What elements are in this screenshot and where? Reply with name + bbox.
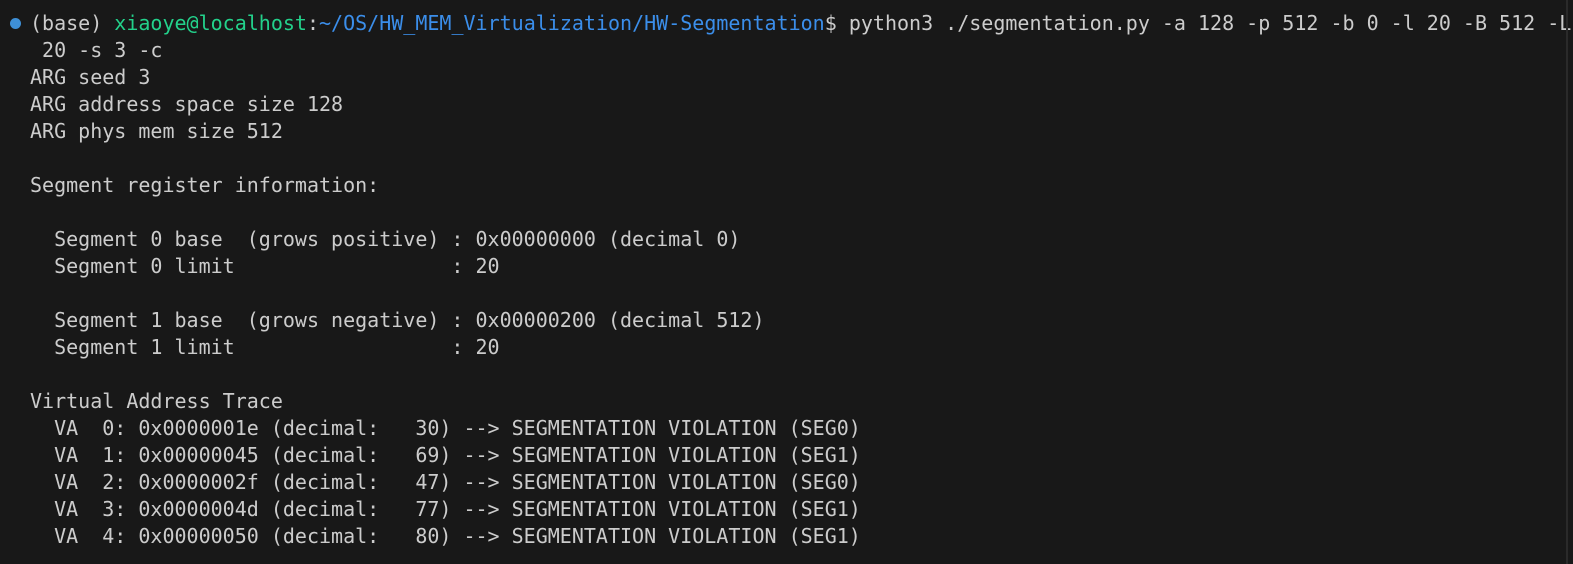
command-status-dot-icon[interactable] [10,18,21,29]
segment-header: Segment register information: [30,173,380,197]
scrollbar-track[interactable] [1566,0,1568,564]
trace-header: Virtual Address Trace [30,389,283,413]
trace-line: VA 1: 0x00000045 (decimal: 69) --> SEGME… [30,443,861,467]
output-address-space: ARG address space size 128 [30,92,344,116]
conda-env: (base) [30,11,115,35]
segment0-limit: Segment 0 limit : 20 [30,254,500,278]
trace-line: VA 4: 0x00000050 (decimal: 80) --> SEGME… [30,524,861,548]
working-directory: ~/OS/HW_MEM_Virtualization/HW-Segmentati… [319,11,825,35]
command-text: python3 ./segmentation.py -a 128 -p 512 … [848,11,1572,35]
prompt-symbol: $ [824,11,849,35]
trace-line: VA 2: 0x0000002f (decimal: 47) --> SEGME… [30,470,861,494]
terminal-window[interactable]: (base) xiaoye@localhost:~/OS/HW_MEM_Virt… [0,0,1573,564]
prompt-separator: : [306,11,319,35]
segment1-base: Segment 1 base (grows negative) : 0x0000… [30,308,765,332]
segment0-base: Segment 0 base (grows positive) : 0x0000… [30,227,741,251]
command-wrap-line: 20 -s 3 -c [30,38,163,62]
trace-line: VA 0: 0x0000001e (decimal: 30) --> SEGME… [30,416,861,440]
output-seed: ARG seed 3 [30,65,151,89]
output-phys-mem: ARG phys mem size 512 [30,119,283,143]
prompt-line: (base) xiaoye@localhost:~/OS/HW_MEM_Virt… [0,10,1573,37]
trace-line: VA 3: 0x0000004d (decimal: 77) --> SEGME… [30,497,861,521]
segment1-limit: Segment 1 limit : 20 [30,335,500,359]
user-host: xiaoye@localhost [114,11,307,35]
